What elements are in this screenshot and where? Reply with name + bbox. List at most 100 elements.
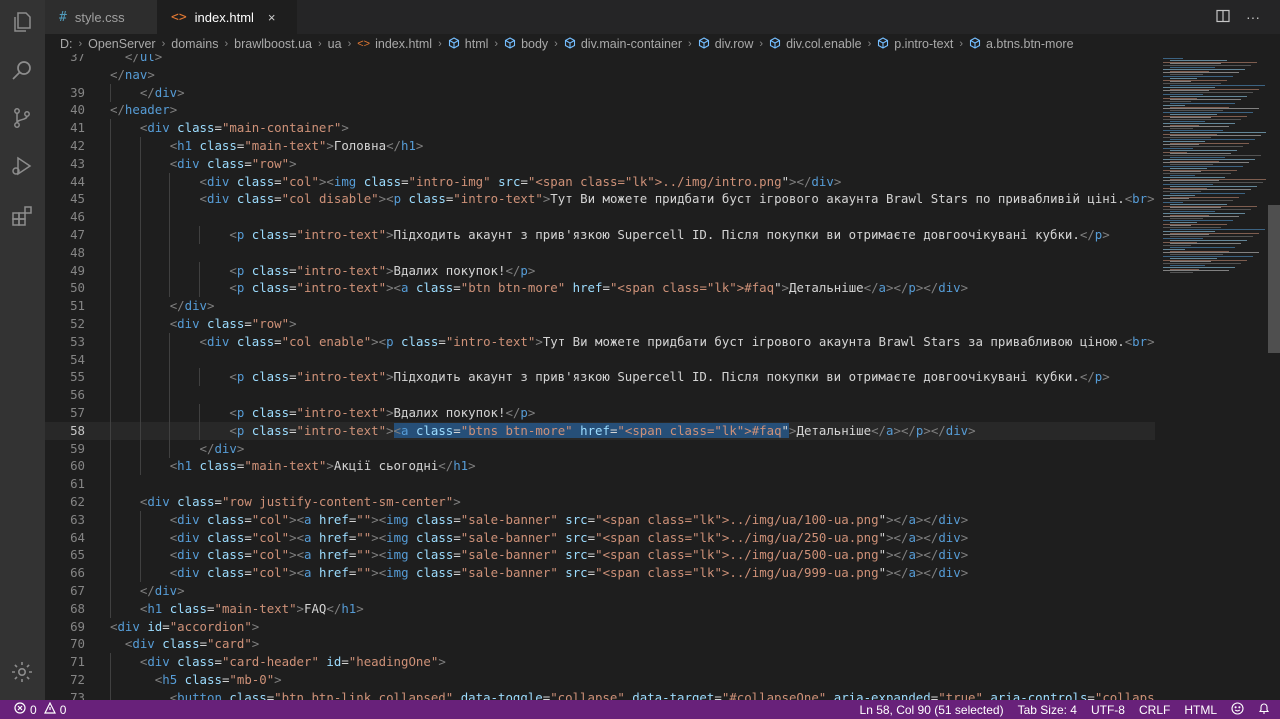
indent-guide — [139, 386, 141, 405]
code-line[interactable]: 47 <p class="intro-text">Підходить акаун… — [45, 226, 1155, 244]
code-line[interactable]: 61 — [45, 475, 1155, 494]
explorer-icon[interactable] — [10, 10, 34, 34]
end-of-line[interactable]: CRLF — [1139, 703, 1170, 717]
run-debug-icon[interactable] — [10, 154, 34, 178]
code-line[interactable]: 66 <div class="col"><a href=""><img clas… — [45, 564, 1155, 583]
line-number: 44 — [70, 173, 85, 189]
code-line[interactable]: 58 <p class="intro-text"><a class="btns … — [45, 421, 1155, 440]
code-line[interactable]: 53 <div class="col enable"><p class="int… — [45, 332, 1155, 351]
line-number: 70 — [70, 636, 85, 652]
split-editor-icon[interactable] — [1216, 9, 1230, 26]
line-code: <div class="col disable"><p class="intro… — [199, 191, 1155, 207]
breadcrumb-item[interactable]: domains — [171, 37, 218, 51]
code-line[interactable]: 41 <div class="main-container"> — [45, 119, 1155, 138]
code-line[interactable]: 40 </header> — [45, 101, 1155, 119]
code-line[interactable]: 37 </ul> — [45, 54, 1155, 66]
code-line[interactable]: 49 <p class="intro-text">Вдалих покупок!… — [45, 261, 1155, 280]
breadcrumb-item[interactable]: p.intro-text — [877, 36, 953, 52]
code-line[interactable]: 51 </div> — [45, 297, 1155, 316]
breadcrumb-item[interactable]: body — [504, 36, 548, 52]
feedback-icon[interactable] — [1231, 701, 1244, 718]
code-line[interactable]: 54 — [45, 350, 1155, 369]
code-line[interactable]: 42 <h1 class="main-text">Головна</h1> — [45, 137, 1155, 155]
code-line[interactable]: 43 <div class="row"> — [45, 154, 1155, 173]
indent-guide — [169, 350, 171, 369]
line-number: 54 — [70, 351, 85, 367]
css-file-icon: # — [59, 9, 67, 25]
code-line[interactable]: 45 <div class="col disable"><p class="in… — [45, 190, 1155, 209]
breadcrumb-item[interactable]: ua — [328, 37, 342, 51]
code-line[interactable]: 39 </div> — [45, 83, 1155, 102]
line-number: 53 — [70, 333, 85, 349]
line-number: 45 — [70, 191, 85, 207]
line-code: <div class="col"><a href=""><img class="… — [169, 529, 969, 545]
tab-label: style.css — [74, 9, 125, 25]
breadcrumb-item[interactable]: a.btns.btn-more — [969, 36, 1074, 52]
file-encoding[interactable]: UTF-8 — [1091, 703, 1125, 717]
code-line[interactable]: 46 — [45, 208, 1155, 227]
settings-gear-icon[interactable] — [10, 660, 34, 684]
code-line[interactable]: 44 <div class="col"><img class="intro-im… — [45, 172, 1155, 191]
code-line[interactable]: 63 <div class="col"><a href=""><img clas… — [45, 510, 1155, 529]
search-icon[interactable] — [10, 58, 34, 82]
indent-guide — [110, 243, 111, 262]
code-line[interactable]: 60 <h1 class="main-text">Акції сьогодні<… — [45, 457, 1155, 476]
minimap[interactable] — [1155, 54, 1269, 700]
tab-size[interactable]: Tab Size: 4 — [1018, 703, 1077, 717]
warning-icon — [43, 701, 56, 717]
line-number: 67 — [70, 583, 85, 598]
line-code: <div class="col enable"><p class="intro-… — [199, 333, 1155, 349]
tab-index-html[interactable]: <> index.html × — [157, 0, 297, 34]
breadcrumb-label: a.btns.btn-more — [985, 37, 1074, 51]
code-line[interactable]: 70 <div class="card"> — [45, 635, 1155, 653]
source-control-icon[interactable] — [10, 106, 34, 130]
breadcrumb-item[interactable]: brawlboost.ua — [234, 37, 312, 51]
chevron-right-icon: › — [554, 38, 558, 50]
cursor-position[interactable]: Ln 58, Col 90 (51 selected) — [860, 703, 1004, 717]
problems-indicator[interactable]: 0 0 — [14, 700, 66, 719]
line-code: </div> — [139, 84, 185, 100]
breadcrumb-item[interactable]: <> index.html — [357, 37, 432, 51]
breadcrumb-item[interactable]: D: — [60, 37, 73, 51]
scrollbar-thumb[interactable] — [1268, 205, 1280, 353]
code-line[interactable]: 50 <p class="intro-text"><a class="btn b… — [45, 279, 1155, 298]
more-actions-icon[interactable]: ··· — [1246, 9, 1260, 25]
breadcrumb-item[interactable]: html — [448, 36, 488, 52]
code-line[interactable]: 57 <p class="intro-text">Вдалих покупок!… — [45, 404, 1155, 422]
language-mode[interactable]: HTML — [1184, 703, 1217, 717]
line-code: <div class="row"> — [169, 316, 297, 331]
line-code: <h1 class="main-text">Акції сьогодні</h1… — [169, 458, 476, 474]
breadcrumb-item[interactable]: div.main-container — [564, 36, 682, 52]
line-number: 60 — [70, 458, 85, 474]
indent-guide — [110, 386, 111, 405]
vertical-scrollbar[interactable] — [1266, 54, 1280, 700]
code-line[interactable]: 67 </div> — [45, 582, 1155, 600]
notifications-bell-icon[interactable] — [1258, 702, 1270, 718]
code-line[interactable]: 55 <p class="intro-text">Підходить акаун… — [45, 368, 1155, 387]
code-line[interactable]: 71 <div class="card-header" id="headingO… — [45, 653, 1155, 672]
code-line[interactable]: 48 — [45, 243, 1155, 262]
code-line[interactable]: 59 </div> — [45, 439, 1155, 458]
code-editor[interactable]: 37 </ul> </nav> 39 </div> 40 </header> 41 <di… — [45, 54, 1155, 700]
close-tab-icon[interactable]: × — [268, 10, 276, 25]
code-line[interactable]: 52 <div class="row"> — [45, 315, 1155, 333]
code-line[interactable]: 62 <div class="row justify-content-sm-ce… — [45, 493, 1155, 511]
indent-guide — [110, 350, 111, 369]
breadcrumb-item[interactable]: OpenServer — [88, 37, 155, 51]
symbol-element-icon — [698, 36, 710, 52]
code-line[interactable]: </nav> — [45, 66, 1155, 84]
code-line[interactable]: 73 <button class="btn btn-link collapsed… — [45, 688, 1155, 700]
code-line[interactable]: 65 <div class="col"><a href=""><img clas… — [45, 546, 1155, 565]
code-line[interactable]: 69 <div id="accordion"> — [45, 618, 1155, 636]
breadcrumb-item[interactable]: div.row — [698, 36, 753, 52]
chevron-right-icon: › — [959, 38, 963, 50]
code-line[interactable]: 64 <div class="col"><a href=""><img clas… — [45, 528, 1155, 547]
code-line[interactable]: 56 — [45, 386, 1155, 405]
tab-style-css[interactable]: # style.css — [45, 0, 157, 34]
code-line[interactable]: 72 <h5 class="mb-0"> — [45, 671, 1155, 689]
extensions-icon[interactable] — [10, 204, 34, 228]
line-code: </div> — [139, 583, 185, 598]
breadcrumb-item[interactable]: div.col.enable — [769, 36, 862, 52]
code-line[interactable]: 68 <h1 class="main-text">FAQ</h1> — [45, 599, 1155, 618]
line-code: <h5 class="mb-0"> — [154, 672, 282, 687]
